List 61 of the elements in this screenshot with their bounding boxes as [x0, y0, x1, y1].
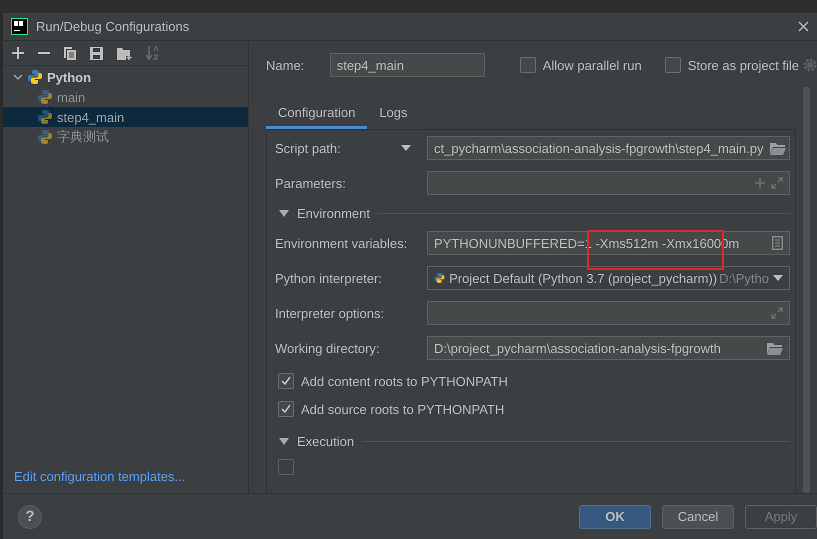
- save-icon[interactable]: [90, 46, 103, 60]
- help-button[interactable]: ?: [18, 504, 42, 528]
- checkbox[interactable]: [520, 57, 536, 73]
- dialog-button[interactable]: Cancel: [662, 504, 734, 528]
- checkbox[interactable]: [278, 459, 294, 475]
- input-field[interactable]: [427, 171, 790, 195]
- collapse-triangle-icon[interactable]: [279, 438, 289, 444]
- checkbox-label: Add content roots to PYTHONPATH: [301, 374, 508, 388]
- input-field[interactable]: [427, 301, 790, 325]
- python-icon: [37, 89, 53, 105]
- folder-icon[interactable]: [770, 142, 786, 154]
- python-icon: [37, 109, 53, 125]
- new-folder-icon[interactable]: [117, 46, 132, 60]
- checkmark-icon: [280, 375, 292, 387]
- scrollbar-thumb[interactable]: [803, 87, 810, 493]
- caret-icon: [773, 275, 783, 281]
- chevron-icon: [13, 72, 23, 82]
- field-label: Environment variables:: [275, 236, 408, 250]
- expand-icon[interactable]: [771, 307, 783, 319]
- python-icon: [434, 270, 446, 286]
- python-icon: [27, 69, 43, 85]
- document-icon[interactable]: [772, 236, 783, 250]
- edit-templates-link[interactable]: Edit configuration templates...: [3, 469, 248, 493]
- window-title: Run/Debug Configurations: [36, 19, 190, 34]
- checkbox-label: Add source roots to PYTHONPATH: [301, 402, 504, 416]
- checkbox[interactable]: [664, 57, 681, 73]
- dialog-button[interactable]: OK: [579, 504, 651, 528]
- field-label: Python interpreter:: [275, 270, 383, 286]
- python-icon: [37, 129, 53, 145]
- field-label: Interpreter options:: [275, 306, 386, 320]
- input-field[interactable]: ct_pycharm\association-analysis-fpgrowth\step4_main.py: [427, 136, 790, 160]
- checkbox-label: Store as project file: [688, 58, 799, 72]
- section-title: Environment: [297, 206, 370, 220]
- collapse-triangle-icon[interactable]: [279, 210, 289, 216]
- field-label: Parameters:: [275, 176, 347, 190]
- tab[interactable]: Configuration: [266, 99, 368, 129]
- tree-item[interactable]: Python: [3, 67, 248, 87]
- interpreter-dropdown[interactable]: Project Default (Python 3.7 (project_pycharm))D:\Pytho: [427, 266, 790, 290]
- dropdown-caret-icon[interactable]: [401, 145, 411, 151]
- plus-icon[interactable]: [755, 178, 765, 188]
- folder-icon[interactable]: [767, 342, 783, 354]
- tree-item[interactable]: main: [3, 87, 248, 107]
- tab[interactable]: Logs: [367, 99, 420, 129]
- checkbox[interactable]: [278, 401, 294, 417]
- copy-icon[interactable]: [64, 46, 76, 60]
- input-field[interactable]: D:\project_pycharm\association-analysis-fpgrowth: [427, 336, 790, 360]
- name-label: Name:: [266, 58, 306, 72]
- section-title: Execution: [297, 434, 354, 448]
- expand-icon[interactable]: [771, 177, 783, 189]
- tree-item[interactable]: step4_main: [3, 107, 248, 127]
- checkmark-icon: [280, 403, 292, 415]
- close-icon[interactable]: [798, 21, 809, 32]
- field-label: Script path:: [275, 140, 342, 156]
- tree-item[interactable]: 字典测试: [3, 127, 248, 147]
- add-icon[interactable]: [12, 47, 24, 59]
- field-label: Working directory:: [275, 340, 381, 356]
- checkbox-label: Allow parallel run: [542, 58, 642, 72]
- sort-icon[interactable]: [146, 46, 159, 60]
- name-field[interactable]: step4_main: [330, 53, 485, 77]
- app-logo-icon: [11, 18, 28, 35]
- checkbox[interactable]: [278, 373, 294, 389]
